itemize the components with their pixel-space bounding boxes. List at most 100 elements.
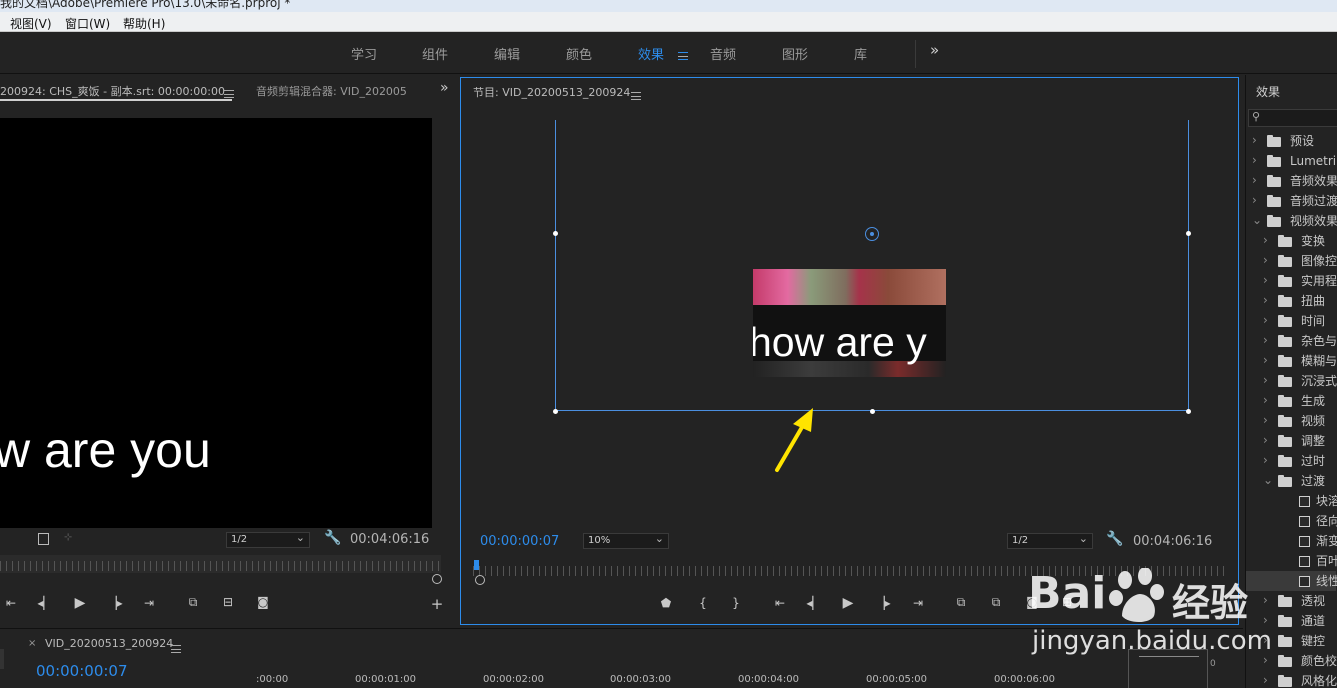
workspace-tab-effects[interactable]: 效果 [638, 44, 664, 63]
program-play-icon[interactable]: ▶ [839, 595, 857, 611]
effects-item[interactable]: 径向 [1246, 511, 1337, 531]
timeline-current-time[interactable]: 00:00:00:07 [36, 662, 128, 680]
program-playhead-handle[interactable] [475, 575, 485, 585]
source-play-icon[interactable]: ▶ [71, 595, 89, 611]
audio-clip-mixer-tab[interactable]: 音频剪辑混合器: VID_202005 [256, 83, 407, 99]
effects-item[interactable]: › 时间 [1246, 311, 1336, 331]
chevron-right-icon[interactable]: › [1252, 193, 1257, 207]
effects-item[interactable]: › Lumetri 预 [1246, 151, 1337, 171]
chevron-right-icon[interactable]: › [1263, 393, 1268, 407]
effects-item[interactable]: › 杂色与 [1246, 331, 1337, 351]
chevron-right-icon[interactable]: › [1252, 153, 1257, 167]
handle-bottom-center[interactable] [870, 409, 875, 414]
source-insert-icon[interactable]: ⧉ [184, 595, 202, 610]
program-tab-menu-icon[interactable] [631, 88, 641, 102]
menu-window[interactable]: 窗口(W) [65, 15, 110, 32]
program-zoom-select[interactable]: 10% [583, 532, 669, 549]
source-export-frame-icon[interactable]: ◙ [254, 595, 272, 609]
workspace-tab-audio[interactable]: 音频 [710, 44, 736, 63]
menu-help[interactable]: 帮助(H) [123, 15, 165, 32]
chevron-right-icon[interactable]: › [1263, 453, 1268, 467]
program-playhead-icon[interactable] [474, 560, 479, 570]
effects-item[interactable]: › 预设 [1246, 131, 1336, 151]
effects-item[interactable]: › 图像控 [1246, 251, 1337, 271]
program-mark-out-icon[interactable]: } [727, 596, 745, 610]
chevron-right-icon[interactable]: › [1263, 673, 1268, 687]
effects-item[interactable]: ⌄ 视频效果 [1246, 211, 1337, 231]
effects-item[interactable]: › 实用程 [1246, 271, 1337, 291]
source-timeline-ruler[interactable] [0, 555, 441, 573]
chevron-right-icon[interactable]: › [1263, 353, 1268, 367]
workspace-tab-libraries[interactable]: 库 [854, 44, 867, 63]
source-resolution-select[interactable]: 1/2 [226, 531, 310, 548]
handle-bottom-right[interactable] [1186, 409, 1191, 414]
program-mark-in-icon[interactable]: { [694, 596, 712, 610]
program-go-in-icon[interactable]: ⇤ [771, 596, 789, 610]
workspace-menu-icon[interactable] [678, 48, 688, 62]
program-resolution-select[interactable]: 1/2 [1007, 532, 1093, 549]
effects-item[interactable]: 渐变 [1246, 531, 1337, 551]
source-add-button-icon[interactable]: + [428, 595, 446, 613]
effects-item[interactable]: › 音频效果 [1246, 171, 1337, 191]
program-step-forward-icon[interactable]: ▕▸ [874, 596, 892, 610]
chevron-right-icon[interactable]: › [1263, 313, 1268, 327]
source-overwrite-icon[interactable]: ⊟ [219, 595, 237, 609]
workspace-more-button[interactable]: » [930, 41, 939, 59]
menu-view[interactable]: 视图(V) [10, 15, 52, 32]
source-wrench-icon[interactable]: 🔧 [324, 530, 341, 546]
source-step-back-icon[interactable]: ◂▏ [36, 596, 54, 610]
source-step-forward-icon[interactable]: ▕▸ [106, 596, 124, 610]
workspace-tab-editing[interactable]: 编辑 [494, 44, 520, 63]
source-playhead-handle[interactable] [432, 574, 442, 584]
program-current-time[interactable]: 00:00:00:07 [480, 534, 559, 549]
effects-item[interactable]: › 过时 [1246, 451, 1336, 471]
chevron-down-icon[interactable]: ⌄ [1263, 473, 1273, 487]
effects-item[interactable]: › 变换 [1246, 231, 1336, 251]
handle-top-left[interactable] [553, 231, 558, 236]
chevron-right-icon[interactable]: › [1263, 433, 1268, 447]
source-marker-icon[interactable]: ⊹ [64, 532, 72, 543]
effects-item[interactable]: › 生成 [1246, 391, 1336, 411]
handle-bottom-left[interactable] [553, 409, 558, 414]
effects-item[interactable]: 块溶 [1246, 491, 1337, 511]
chevron-right-icon[interactable]: › [1263, 273, 1268, 287]
effects-search-input[interactable]: ⚲ [1248, 109, 1337, 127]
source-video-frame[interactable]: w are you [0, 118, 432, 528]
effects-item[interactable]: › 模糊与 [1246, 351, 1337, 371]
chevron-right-icon[interactable]: › [1263, 233, 1268, 247]
program-wrench-icon[interactable]: 🔧 [1106, 531, 1123, 547]
timeline-tab-menu-icon[interactable] [171, 641, 181, 655]
effects-item[interactable]: › 视频 [1246, 411, 1336, 431]
source-settings-icon[interactable] [38, 533, 49, 545]
workspace-tab-graphics[interactable]: 图形 [782, 44, 808, 63]
program-step-back-icon[interactable]: ◂▏ [805, 596, 823, 610]
program-tab[interactable]: 节目: VID_20200513_200924 [473, 84, 630, 100]
chevron-down-icon[interactable]: ⌄ [1252, 213, 1262, 227]
chevron-right-icon[interactable]: › [1263, 253, 1268, 267]
source-more-button[interactable]: » [440, 80, 449, 96]
effects-item[interactable]: ⌄ 过渡 [1246, 471, 1336, 491]
program-add-marker-icon[interactable]: ⬟ [657, 596, 675, 610]
program-lift-icon[interactable]: ⧉ [952, 595, 970, 610]
timeline-tab-label[interactable]: VID_20200513_200924 [45, 637, 173, 650]
chevron-right-icon[interactable]: › [1252, 133, 1257, 147]
anchor-point-icon[interactable] [865, 227, 879, 241]
chevron-right-icon[interactable]: › [1263, 333, 1268, 347]
source-tab-menu-icon[interactable] [224, 86, 234, 100]
source-mark-in-icon[interactable]: ⇤ [2, 596, 20, 610]
handle-top-right[interactable] [1186, 231, 1191, 236]
effects-item[interactable]: › 扭曲 [1246, 291, 1336, 311]
effects-item[interactable]: › 风格化 [1246, 671, 1337, 688]
effects-item[interactable]: › 调整 [1246, 431, 1336, 451]
workspace-tab-assembly[interactable]: 组件 [422, 44, 448, 63]
source-go-out-icon[interactable]: ⇥ [140, 596, 158, 610]
program-go-out-icon[interactable]: ⇥ [909, 596, 927, 610]
program-canvas[interactable]: how are y [461, 108, 1238, 528]
effects-item[interactable]: › 沉浸式 [1246, 371, 1337, 391]
source-tab[interactable]: 200924: CHS_爽饭 - 副本.srt: 00:00:00:00 [0, 83, 225, 99]
workspace-tab-learn[interactable]: 学习 [351, 44, 377, 63]
program-extract-icon[interactable]: ⧉ [987, 595, 1005, 610]
workspace-tab-color[interactable]: 颜色 [566, 44, 592, 63]
timeline-tab-close-icon[interactable]: × [28, 638, 36, 649]
chevron-right-icon[interactable]: › [1263, 413, 1268, 427]
